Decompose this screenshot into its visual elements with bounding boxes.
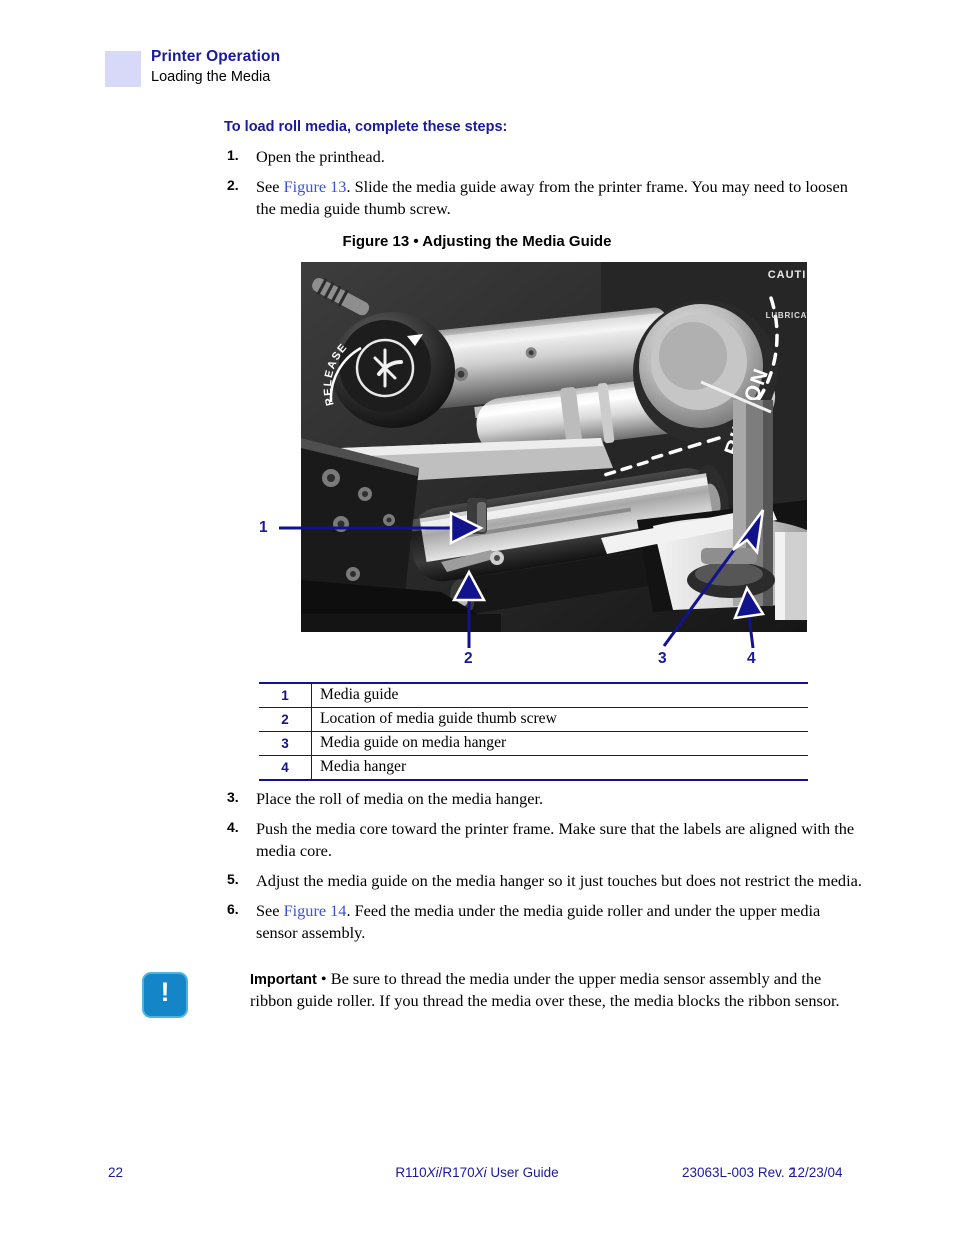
footer-title-part2: /R170 (438, 1165, 475, 1180)
printer-mechanism-photo: RELEASE CAUTI LUBRICA (301, 262, 807, 632)
legend-description: Media guide (311, 683, 808, 708)
step-text-pre: See (256, 901, 284, 921)
step-number: 1. (227, 147, 239, 163)
step-number: 5. (227, 871, 239, 888)
step-number: 2. (227, 177, 239, 194)
legend-number: 3 (259, 731, 312, 756)
step-number: 4. (227, 819, 239, 836)
figure-caption: Figure 13 • Adjusting the Media Guide (342, 233, 612, 250)
table-row: 4 Media hanger (259, 755, 808, 780)
header-chapter-title: Printer Operation (151, 48, 281, 65)
svg-text:LUBRICAT: LUBRICAT (766, 311, 807, 320)
step-number: 3. (227, 789, 239, 805)
footer-title-part1: R110 (395, 1165, 427, 1180)
callout-label-2: 2 (464, 650, 473, 667)
svg-text:CAUTI: CAUTI (768, 269, 807, 281)
list-item: 1. Open the printhead. (224, 146, 864, 167)
legend-number: 1 (259, 683, 312, 708)
footer-title-part3: User Guide (486, 1165, 559, 1180)
exclamation-glyph: ! (160, 977, 170, 1007)
list-item: 2. See Figure 13. Slide the media guide … (224, 176, 864, 219)
callout-label-1: 1 (259, 519, 268, 536)
running-header: Printer Operation Loading the Media (105, 48, 825, 94)
legend-description: Location of media guide thumb screw (311, 707, 808, 732)
step-text-pre: Open the printhead. (256, 147, 385, 166)
footer-title-xi1: Xi (426, 1165, 439, 1180)
legend-number: 4 (259, 755, 312, 780)
steps-list-bottom: 3. Place the roll of media on the media … (224, 788, 864, 952)
legend-description: Media hanger (320, 758, 407, 775)
legend-description: Media guide on media hanger (311, 731, 808, 756)
callout-label-3: 3 (658, 650, 667, 667)
footer-date: 12/23/04 (790, 1165, 843, 1180)
callout-label-4: 4 (747, 650, 756, 667)
figure-legend-table: 1 Media guide 2 Location of media guide … (259, 682, 808, 781)
figure-13: RELEASE CAUTI LUBRICA 1 2 3 4 (255, 260, 815, 675)
table-row: 3 Media guide on media hanger (259, 731, 808, 756)
important-icon: ! (142, 972, 188, 1018)
figure-cross-reference[interactable]: Figure 14 (284, 901, 347, 920)
header-color-swatch (105, 51, 141, 87)
list-item: 4. Push the media core toward the printe… (224, 818, 864, 861)
legend-number: 2 (259, 707, 312, 732)
important-note-body: Important • Be sure to thread the media … (250, 968, 854, 1012)
table-row: 2 Location of media guide thumb screw (259, 707, 808, 732)
step-number: 6. (227, 901, 239, 918)
list-item: 3. Place the roll of media on the media … (224, 788, 864, 809)
list-item: 6. See Figure 14. Feed the media under t… (224, 900, 864, 943)
important-note-bullet: • (316, 969, 331, 988)
list-item: 5. Adjust the media guide on the media h… (224, 870, 864, 891)
important-note-text: Be sure to thread the media under the up… (250, 969, 840, 1011)
task-heading: To load roll media, complete these steps… (224, 119, 508, 135)
steps-list-top: 1. Open the printhead. 2. See Figure 13.… (224, 146, 864, 228)
footer-title-xi2: Xi (474, 1165, 487, 1180)
important-note-label: Important (250, 972, 317, 988)
step-text-pre: See (256, 177, 284, 197)
page-footer: 22 R110Xi/R170Xi User Guide 23063L-003 R… (0, 1165, 954, 1189)
figure-cross-reference[interactable]: Figure 13 (284, 177, 347, 196)
step-text-pre: Push the media core toward the printer f… (256, 819, 855, 860)
table-row: 1 Media guide (259, 683, 808, 708)
footer-document-number: 23063L-003 Rev. 2 (682, 1165, 796, 1180)
step-text-pre: Adjust the media guide on the media hang… (256, 871, 862, 891)
header-section-title: Loading the Media (151, 69, 271, 85)
step-text-pre: Place the roll of media on the media han… (256, 789, 544, 808)
